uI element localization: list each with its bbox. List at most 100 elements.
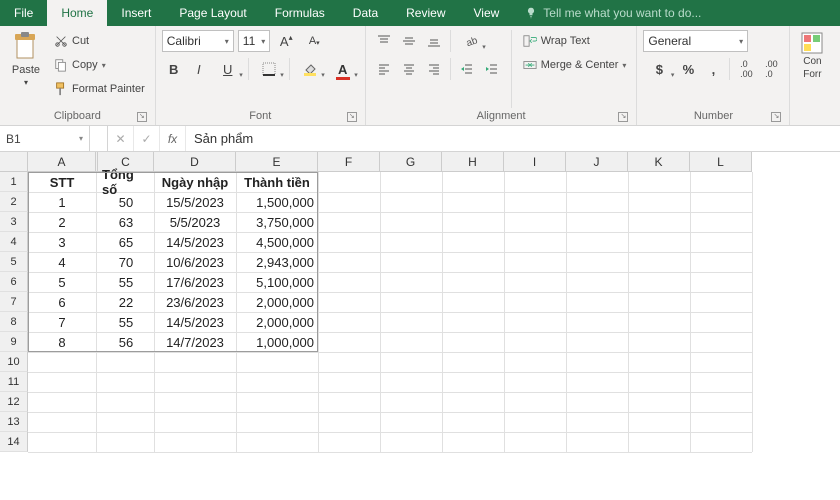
align-bottom-button[interactable] (422, 30, 446, 52)
cell-C3[interactable]: 63 (98, 212, 154, 232)
merge-center-button[interactable]: Merge & Center ▾ (519, 54, 631, 76)
align-left-button[interactable] (372, 58, 396, 80)
cell-C7[interactable]: 22 (98, 292, 154, 312)
row-header-13[interactable]: 13 (0, 412, 28, 432)
tab-data[interactable]: Data (339, 0, 392, 26)
cell-A7[interactable]: 6 (28, 292, 96, 312)
formula-input[interactable]: Sản phẩm (186, 131, 840, 146)
row-header-7[interactable]: 7 (0, 292, 28, 312)
column-header-A[interactable]: A (28, 152, 96, 172)
dialog-launcher-icon[interactable]: ↘ (347, 112, 357, 122)
row-header-14[interactable]: 14 (0, 432, 28, 452)
row-header-5[interactable]: 5 (0, 252, 28, 272)
cancel-formula-button[interactable]: ✕ (108, 126, 134, 151)
cells-area[interactable]: STTTổng sốNgày nhậpThành tiền 15015/5/202… (28, 172, 752, 452)
tab-pagelayout[interactable]: Page Layout (165, 0, 260, 26)
row-header-1[interactable]: 1 (0, 172, 28, 192)
percent-format-button[interactable]: % (676, 58, 700, 80)
cell-A3[interactable]: 2 (28, 212, 96, 232)
row-header-10[interactable]: 10 (0, 352, 28, 372)
copy-button[interactable]: Copy ▾ (50, 54, 149, 76)
cell-C2[interactable]: 50 (98, 192, 154, 212)
cell-C6[interactable]: 55 (98, 272, 154, 292)
number-format-combo[interactable]: General▾ (643, 30, 748, 52)
column-header-L[interactable]: L (690, 152, 752, 172)
cell-C4[interactable]: 65 (98, 232, 154, 252)
cell-D8[interactable]: 14/5/2023 (154, 312, 236, 332)
dialog-launcher-icon[interactable]: ↘ (618, 112, 628, 122)
accounting-format-button[interactable]: $▾ (643, 58, 675, 80)
row-header-4[interactable]: 4 (0, 232, 28, 252)
tab-formulas[interactable]: Formulas (261, 0, 339, 26)
cell-D2[interactable]: 15/5/2023 (154, 192, 236, 212)
underline-button[interactable]: U▾ (212, 58, 244, 80)
cell-A6[interactable]: 5 (28, 272, 96, 292)
borders-button[interactable]: ▾ (253, 58, 285, 80)
align-top-button[interactable] (372, 30, 396, 52)
font-color-button[interactable]: A▾ (327, 58, 359, 80)
row-header-3[interactable]: 3 (0, 212, 28, 232)
tab-review[interactable]: Review (392, 0, 459, 26)
cell-D9[interactable]: 14/7/2023 (154, 332, 236, 352)
cell-D5[interactable]: 10/6/2023 (154, 252, 236, 272)
cell-C5[interactable]: 70 (98, 252, 154, 272)
decrease-font-button[interactable]: A▾ (302, 30, 326, 52)
cell-D7[interactable]: 23/6/2023 (154, 292, 236, 312)
wrap-text-button[interactable]: Wrap Text (519, 30, 631, 52)
cell-E3[interactable]: 3,750,000 (236, 212, 318, 232)
column-header-H[interactable]: H (442, 152, 504, 172)
align-center-button[interactable] (397, 58, 421, 80)
enter-formula-button[interactable]: ✓ (134, 126, 160, 151)
paste-button[interactable]: Paste ▾ (6, 30, 46, 89)
fill-color-button[interactable]: ▾ (294, 58, 326, 80)
cell-D6[interactable]: 17/6/2023 (154, 272, 236, 292)
comma-format-button[interactable]: , (701, 58, 725, 80)
cell-E1[interactable]: Thành tiền (236, 172, 318, 192)
name-box[interactable]: B1▾ (0, 126, 90, 151)
increase-decimal-button[interactable]: .0.00 (734, 58, 758, 80)
tab-file[interactable]: File (0, 0, 47, 26)
cell-D3[interactable]: 5/5/2023 (154, 212, 236, 232)
tab-insert[interactable]: Insert (107, 0, 165, 26)
bold-button[interactable]: B (162, 58, 186, 80)
cell-A5[interactable]: 4 (28, 252, 96, 272)
cell-A1[interactable]: STT (28, 172, 96, 192)
italic-button[interactable]: I (187, 58, 211, 80)
column-header-J[interactable]: J (566, 152, 628, 172)
cell-A8[interactable]: 7 (28, 312, 96, 332)
cut-button[interactable]: Cut (50, 30, 149, 52)
conditional-formatting-button[interactable]: Con Forr (796, 30, 828, 82)
orientation-button[interactable]: ab▾ (455, 30, 487, 52)
tab-home[interactable]: Home (47, 0, 107, 26)
align-right-button[interactable] (422, 58, 446, 80)
tab-view[interactable]: View (460, 0, 514, 26)
decrease-decimal-button[interactable]: .00.0 (759, 58, 783, 80)
font-size-combo[interactable]: 11▾ (238, 30, 270, 52)
column-header-G[interactable]: G (380, 152, 442, 172)
cell-E6[interactable]: 5,100,000 (236, 272, 318, 292)
dialog-launcher-icon[interactable]: ↘ (771, 112, 781, 122)
column-header-D[interactable]: D (154, 152, 236, 172)
row-header-11[interactable]: 11 (0, 372, 28, 392)
cell-C8[interactable]: 55 (98, 312, 154, 332)
row-header-6[interactable]: 6 (0, 272, 28, 292)
cell-D1[interactable]: Ngày nhập (154, 172, 236, 192)
increase-indent-button[interactable] (480, 58, 504, 80)
cell-C1[interactable]: Tổng số (98, 172, 154, 192)
column-header-I[interactable]: I (504, 152, 566, 172)
cell-E2[interactable]: 1,500,000 (236, 192, 318, 212)
spreadsheet-grid[interactable]: 1234567891011121314 ACDEFGHIJKL STTTổng … (0, 152, 840, 500)
dialog-launcher-icon[interactable]: ↘ (137, 112, 147, 122)
cell-A2[interactable]: 1 (28, 192, 96, 212)
font-name-combo[interactable]: Calibri▾ (162, 30, 234, 52)
row-header-2[interactable]: 2 (0, 192, 28, 212)
cell-E4[interactable]: 4,500,000 (236, 232, 318, 252)
decrease-indent-button[interactable] (455, 58, 479, 80)
cell-E7[interactable]: 2,000,000 (236, 292, 318, 312)
row-header-12[interactable]: 12 (0, 392, 28, 412)
cell-A9[interactable]: 8 (28, 332, 96, 352)
column-header-K[interactable]: K (628, 152, 690, 172)
cell-E9[interactable]: 1,000,000 (236, 332, 318, 352)
tell-me-search[interactable]: Tell me what you want to do... (513, 0, 840, 26)
increase-font-button[interactable]: A▴ (274, 30, 298, 52)
